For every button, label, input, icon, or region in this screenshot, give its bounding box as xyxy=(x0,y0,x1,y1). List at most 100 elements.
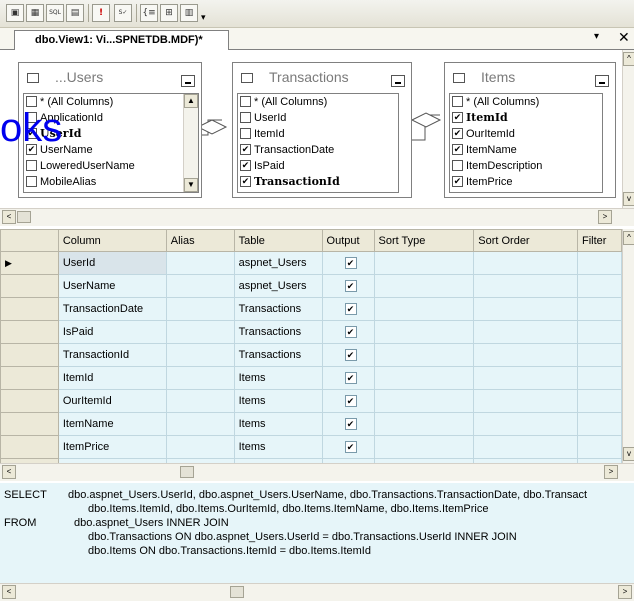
output-cell[interactable]: ✔ xyxy=(321,320,375,344)
add-derived-table-icon[interactable]: ▥ xyxy=(180,4,198,22)
column-cell[interactable]: ItemPrice xyxy=(57,435,167,459)
scroll-thumb[interactable] xyxy=(230,586,244,598)
column-checkbox[interactable]: ✔ xyxy=(240,176,251,187)
column-checkbox[interactable]: ✔ xyxy=(452,112,463,123)
filter-cell[interactable] xyxy=(577,435,622,459)
scroll-down-button[interactable]: v xyxy=(623,447,634,461)
filter-cell[interactable] xyxy=(577,412,622,436)
tab-view1[interactable]: dbo.View1: Vi...SPNETDB.MDF)* xyxy=(14,30,229,50)
output-checkbox[interactable]: ✔ xyxy=(344,372,357,384)
table-row[interactable]: TransactionDate Transactions ✔ xyxy=(0,297,622,321)
alias-cell[interactable] xyxy=(165,412,235,436)
alias-cell[interactable] xyxy=(165,297,235,321)
table-row[interactable]: TransactionId Transactions ✔ xyxy=(0,343,622,367)
output-cell[interactable]: ✔ xyxy=(321,435,375,459)
column-cell[interactable]: TransactionId xyxy=(57,343,167,367)
row-header[interactable] xyxy=(0,412,59,436)
column-item[interactable]: ✔ ItemPrice xyxy=(450,174,602,190)
column-checkbox[interactable] xyxy=(240,128,251,139)
alias-cell[interactable] xyxy=(165,274,235,298)
column-checkbox[interactable]: ✔ xyxy=(452,176,463,187)
column-checkbox[interactable] xyxy=(240,96,251,107)
alias-cell[interactable] xyxy=(165,366,235,390)
column-item[interactable]: ItemDescription xyxy=(450,158,602,174)
table-cell[interactable]: Items xyxy=(233,389,323,413)
add-table-icon[interactable]: ⊞ xyxy=(160,4,178,22)
output-checkbox[interactable]: ✔ xyxy=(344,418,357,430)
output-checkbox[interactable]: ✔ xyxy=(344,441,357,453)
table-row[interactable]: OurItemId Items ✔ xyxy=(0,389,622,413)
column-checkbox[interactable]: ✔ xyxy=(452,144,463,155)
scroll-down-button[interactable]: v xyxy=(623,192,634,206)
filter-cell[interactable] xyxy=(577,366,622,390)
sort-order-cell[interactable] xyxy=(473,435,578,459)
column-item[interactable]: ✔ OurItemId xyxy=(450,126,602,142)
sort-order-cell[interactable] xyxy=(473,297,578,321)
table-header[interactable]: Transactions xyxy=(235,65,409,91)
row-header[interactable] xyxy=(0,297,59,321)
sort-type-cell[interactable] xyxy=(373,274,475,298)
output-cell[interactable]: ✔ xyxy=(321,389,375,413)
column-item[interactable]: ItemId xyxy=(238,126,398,142)
column-header[interactable]: Output xyxy=(321,229,375,252)
column-item[interactable]: ✔ IsPaid xyxy=(238,158,398,174)
filter-cell[interactable] xyxy=(577,343,622,367)
table-row[interactable]: IsPaid Transactions ✔ xyxy=(0,320,622,344)
scroll-thumb[interactable] xyxy=(180,466,194,478)
diagram-horizontal-scrollbar[interactable]: < > xyxy=(0,208,634,226)
table-cell[interactable]: Transactions xyxy=(233,297,323,321)
table-header[interactable]: Items xyxy=(447,65,613,91)
output-cell[interactable]: ✔ xyxy=(321,343,375,367)
output-cell[interactable]: ✔ xyxy=(321,274,375,298)
table-cell[interactable]: aspnet_Users xyxy=(233,274,323,298)
alias-cell[interactable] xyxy=(165,435,235,459)
results-pane-icon[interactable]: ▤ xyxy=(66,4,84,22)
column-item[interactable]: ✔ TransactionId xyxy=(238,174,398,190)
scroll-left-button[interactable]: < xyxy=(2,465,16,479)
sort-type-cell[interactable] xyxy=(373,320,475,344)
scroll-up-button[interactable]: ^ xyxy=(623,231,634,245)
column-checkbox[interactable] xyxy=(452,96,463,107)
column-checkbox[interactable] xyxy=(26,176,37,187)
column-cell[interactable]: ItemId xyxy=(57,366,167,390)
row-header[interactable] xyxy=(0,435,59,459)
column-cell[interactable]: UserName xyxy=(57,274,167,298)
minimize-button[interactable] xyxy=(181,75,195,87)
sql-horizontal-scrollbar[interactable]: < > xyxy=(0,583,634,601)
sort-type-cell[interactable] xyxy=(373,366,475,390)
table-transactions[interactable]: Transactions * (All Columns) UserId ItemId… xyxy=(232,62,412,198)
column-header[interactable]: Alias xyxy=(165,229,235,252)
table-header[interactable]: ...Users xyxy=(21,65,199,91)
table-cell[interactable]: Transactions xyxy=(233,343,323,367)
sort-order-cell[interactable] xyxy=(473,366,578,390)
sql-pane-icon[interactable]: SQL xyxy=(46,4,64,22)
column-cell[interactable]: TransactionDate xyxy=(57,297,167,321)
column-item[interactable]: UserId xyxy=(238,110,398,126)
filter-cell[interactable] xyxy=(577,274,622,298)
group-by-icon[interactable]: {≡ xyxy=(140,4,158,22)
column-cell[interactable]: IsPaid xyxy=(57,320,167,344)
output-cell[interactable]: ✔ xyxy=(321,297,375,321)
sort-type-cell[interactable] xyxy=(373,297,475,321)
row-header[interactable] xyxy=(0,389,59,413)
filter-cell[interactable] xyxy=(577,320,622,344)
sort-order-cell[interactable] xyxy=(473,389,578,413)
output-checkbox[interactable]: ✔ xyxy=(344,326,357,338)
scroll-left-button[interactable]: < xyxy=(2,585,16,599)
column-cell[interactable]: UserId xyxy=(57,251,167,275)
column-checkbox[interactable]: ✔ xyxy=(240,144,251,155)
grid-vertical-scrollbar[interactable]: ^ v xyxy=(622,229,634,463)
row-header[interactable]: ▶ xyxy=(0,251,59,275)
column-checkbox[interactable] xyxy=(452,160,463,171)
output-cell[interactable]: ✔ xyxy=(321,412,375,436)
output-cell[interactable]: ✔ xyxy=(321,366,375,390)
sort-order-cell[interactable] xyxy=(473,343,578,367)
table-row[interactable]: ItemPrice Items ✔ xyxy=(0,435,622,459)
sort-type-cell[interactable] xyxy=(373,412,475,436)
column-header[interactable]: Filter xyxy=(577,229,622,252)
sort-order-cell[interactable] xyxy=(473,251,578,275)
table-items[interactable]: Items * (All Columns) ✔ ItemId ✔ OurItemId ✔ I… xyxy=(444,62,616,198)
output-checkbox[interactable]: ✔ xyxy=(344,395,357,407)
toolbar-overflow-icon[interactable]: ▾ xyxy=(201,12,206,23)
sort-order-cell[interactable] xyxy=(473,320,578,344)
